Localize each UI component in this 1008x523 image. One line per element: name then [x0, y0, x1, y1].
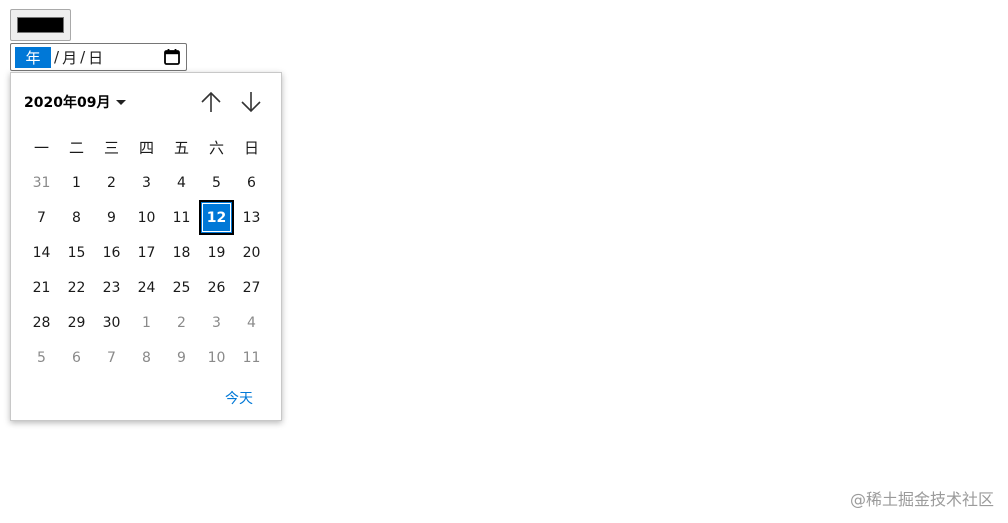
day-cell[interactable]: 6	[234, 165, 269, 200]
day-cell[interactable]: 2	[164, 305, 199, 340]
day-cell[interactable]: 8	[59, 200, 94, 235]
week-row: 21 22 23 24 25 26 27	[24, 270, 269, 305]
week-row: 7 8 9 10 11 12 13	[24, 200, 269, 235]
day-cell[interactable]: 5	[199, 165, 234, 200]
watermark: @稀土掘金技术社区	[849, 490, 994, 509]
today-button[interactable]: 今天	[225, 388, 253, 408]
weekday-label: 日	[243, 139, 259, 157]
day-cell[interactable]: 26	[199, 270, 234, 305]
day-cell[interactable]: 18	[164, 235, 199, 270]
week-row: 14 15 16 17 18 19 20	[24, 235, 269, 270]
day-cell[interactable]: 10	[129, 200, 164, 235]
day-cell[interactable]: 14	[24, 235, 59, 270]
day-cell[interactable]: 3	[199, 305, 234, 340]
weekday-label: 三	[103, 139, 119, 157]
month-year-label: 2020年09月	[24, 95, 111, 111]
day-cell[interactable]: 4	[234, 305, 269, 340]
week-row: 28 29 30 1 2 3 4	[24, 305, 269, 340]
date-separator: /	[54, 48, 60, 66]
day-cell[interactable]: 17	[129, 235, 164, 270]
day-cell[interactable]: 11	[164, 200, 199, 235]
day-cell[interactable]: 13	[234, 200, 269, 235]
arrow-up-icon[interactable]	[198, 89, 224, 115]
day-cell[interactable]: 19	[199, 235, 234, 270]
day-cell[interactable]: 11	[234, 340, 269, 375]
weekday-label: 一	[33, 139, 49, 157]
week-row: 5 6 7 8 9 10 11	[24, 340, 269, 375]
calendar-icon[interactable]	[163, 48, 181, 66]
day-cell[interactable]: 2	[94, 165, 129, 200]
color-picker-input[interactable]	[10, 9, 71, 41]
day-cell[interactable]: 8	[129, 340, 164, 375]
day-cell[interactable]: 3	[129, 165, 164, 200]
day-grid: 31 1 2 3 4 5 6 7 8 9 10 11 12 13 14 15 16 17 18 19 20 21 22 23 2…	[24, 165, 269, 375]
arrow-down-icon[interactable]	[238, 89, 264, 115]
month-segment[interactable]: 月	[62, 47, 77, 68]
day-cell[interactable]: 7	[94, 340, 129, 375]
day-cell[interactable]: 16	[94, 235, 129, 270]
day-segment[interactable]: 日	[88, 47, 103, 68]
day-cell[interactable]: 29	[59, 305, 94, 340]
day-cell[interactable]: 30	[94, 305, 129, 340]
day-cell[interactable]: 21	[24, 270, 59, 305]
date-input[interactable]: 年 / 月 / 日	[10, 43, 187, 71]
week-row: 31 1 2 3 4 5 6	[24, 165, 269, 200]
day-cell[interactable]: 22	[59, 270, 94, 305]
day-cell[interactable]: 15	[59, 235, 94, 270]
day-cell[interactable]: 9	[94, 200, 129, 235]
day-cell[interactable]: 31	[24, 165, 59, 200]
day-cell[interactable]: 28	[24, 305, 59, 340]
weekday-label: 二	[68, 139, 84, 157]
weekday-label: 五	[173, 139, 189, 157]
weekday-header: 一 二 三 四 五 六 日	[24, 137, 269, 158]
day-cell[interactable]: 6	[59, 340, 94, 375]
color-swatch	[17, 17, 64, 33]
year-segment[interactable]: 年	[15, 46, 51, 68]
weekday-label: 六	[208, 139, 224, 157]
day-cell[interactable]: 9	[164, 340, 199, 375]
day-cell[interactable]: 25	[164, 270, 199, 305]
day-cell[interactable]: 1	[59, 165, 94, 200]
day-cell[interactable]: 23	[94, 270, 129, 305]
day-cell-selected[interactable]: 12	[199, 200, 234, 235]
day-cell[interactable]: 4	[164, 165, 199, 200]
date-separator: /	[80, 48, 86, 66]
day-cell[interactable]: 27	[234, 270, 269, 305]
day-cell[interactable]: 5	[24, 340, 59, 375]
day-cell[interactable]: 20	[234, 235, 269, 270]
caret-down-icon	[116, 99, 127, 105]
day-cell[interactable]: 7	[24, 200, 59, 235]
day-cell[interactable]: 1	[129, 305, 164, 340]
weekday-label: 四	[138, 139, 154, 157]
date-picker-popup: 2020年09月 一 二 三 四 五 六 日 31 1 2 3 4 5 6 7 8 9 10 11 12…	[10, 72, 282, 421]
day-cell[interactable]: 10	[199, 340, 234, 375]
month-year-selector[interactable]: 2020年09月	[24, 92, 127, 112]
day-cell[interactable]: 24	[129, 270, 164, 305]
